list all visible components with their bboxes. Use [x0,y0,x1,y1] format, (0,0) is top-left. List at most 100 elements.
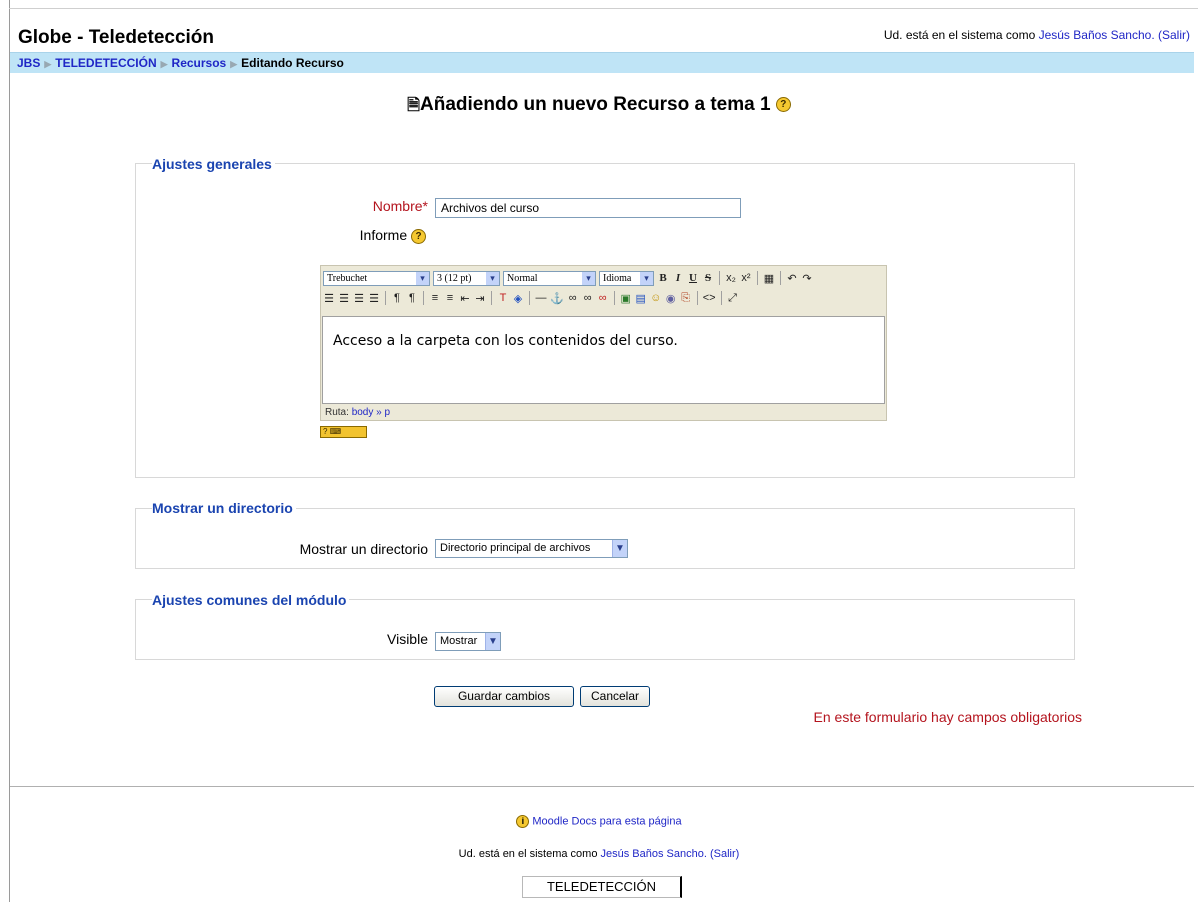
directory-select-value: Directorio principal de archivos [440,542,591,554]
path-label: Ruta: [325,407,349,418]
visible-label: Visible [387,631,428,647]
cancel-button[interactable]: Cancelar [580,686,650,707]
footer-login-prefix: Ud. está en el sistema como [458,848,601,860]
required-mark: * [422,198,428,214]
path-value[interactable]: body » p [352,407,390,418]
help-icon[interactable]: ? [411,228,426,244]
align-center-icon[interactable]: ☰ [338,292,350,305]
site-title: Globe - Teledetección [18,27,215,48]
editor-toolbar-row-2: ☰ ☰ ☰ ☰ ¶ ¶ ≡ ≡ ⇤ ⇥ T ◈ — ⚓ ∞ ∞ ∞ ▣ ▤ ☺ … [323,289,739,307]
undo-icon[interactable]: ↶ [786,272,798,285]
underline-icon[interactable]: U [687,272,699,284]
footer-user-link[interactable]: Jesús Baños Sancho. [601,848,707,860]
docs-link-row: i Moodle Docs para esta página [0,815,1198,828]
nolink-icon[interactable]: ∞ [597,292,609,304]
resource-icon: 🗎 [407,97,421,114]
name-input[interactable] [435,198,741,218]
toolbar-separator [719,271,720,285]
breadcrumb-item-jbs[interactable]: JBS [17,56,40,70]
smiley-icon[interactable]: ☺ [650,292,662,304]
breadcrumb-separator-icon: ▶ [44,59,52,69]
fullscreen-icon[interactable]: ⤢ [727,292,739,305]
text-color-icon[interactable]: T [497,292,509,304]
breadcrumb-separator-icon: ▶ [230,59,238,69]
breadcrumb-item-resources[interactable]: Recursos [172,56,227,70]
moodle-docs-link[interactable]: Moodle Docs para esta página [532,815,681,827]
toolbar-separator [696,291,698,305]
html-editor: Trebuchet 3 (12 pt) Normal Idioma B I U … [320,265,887,421]
breadcrumb-separator-icon: ▶ [160,59,168,69]
summary-label: Informe ? [330,227,426,244]
save-button[interactable]: Guardar cambios [434,686,574,707]
unlink-icon[interactable]: ∞ [582,292,594,304]
align-right-icon[interactable]: ☰ [353,292,365,305]
insert-table-icon[interactable]: ▤ [635,292,647,305]
general-settings-legend[interactable]: Ajustes generales [152,156,275,172]
editor-content[interactable]: Acceso a la carpeta con los contenidos d… [322,316,885,404]
common-settings-fieldset [135,599,1075,660]
login-info: Ud. está en el sistema como Jesús Baños … [884,28,1190,42]
page-border-top [9,8,1198,9]
toolbar-separator [780,271,781,285]
toolbar-separator [491,291,492,305]
toolbar-separator [529,291,530,305]
name-label: Nombre* [340,198,428,214]
justify-icon[interactable]: ☰ [368,292,380,305]
horizontal-rule-icon[interactable]: — [535,292,547,304]
visible-select-value: Mostrar [440,635,478,647]
language-select[interactable]: Idioma [599,270,654,286]
course-home-link[interactable]: TELEDETECCIÓN [522,876,682,898]
insert-image-icon[interactable]: ▣ [620,292,632,305]
login-prefix: Ud. está en el sistema como [883,28,1039,42]
subscript-icon[interactable]: x₂ [725,272,737,284]
size-select[interactable]: 3 (12 pt) [433,270,500,286]
common-settings-legend[interactable]: Ajustes comunes del módulo [152,592,350,608]
align-left-icon[interactable]: ☰ [323,292,335,305]
toolbar-separator [613,291,615,305]
info-icon: i [516,815,530,828]
visible-select[interactable]: Mostrar ▼ [435,632,501,651]
outdent-icon[interactable]: ⇤ [459,292,471,305]
keyboard-help-icon[interactable]: ? ⌨ [320,426,367,438]
help-icon[interactable]: ? [775,97,791,113]
rtl-icon[interactable]: ¶ [406,292,418,304]
user-link[interactable]: Jesús Baños Sancho. [1039,28,1155,42]
breadcrumb-item-course[interactable]: TELEDETECCIÓN [55,56,156,70]
superscript-icon[interactable]: x² [740,272,752,284]
unordered-list-icon[interactable]: ≡ [444,292,456,304]
editor-statusbar: Ruta: body » p [325,407,390,418]
footer-logout-link[interactable]: (Salir) [710,848,739,860]
special-char-icon[interactable]: ◉ [665,292,677,305]
directory-label: Mostrar un directorio [299,541,428,557]
search-replace-icon[interactable]: ⎘ [680,292,692,305]
clean-word-icon[interactable]: ▦ [763,272,775,285]
chevron-down-icon: ▼ [612,540,627,557]
directory-legend[interactable]: Mostrar un directorio [152,500,296,516]
anchor-icon[interactable]: ⚓ [550,292,564,305]
toolbar-separator [757,271,758,285]
font-select[interactable]: Trebuchet [323,270,430,286]
directory-select[interactable]: Directorio principal de archivos ▼ [435,539,628,558]
redo-icon[interactable]: ↷ [801,272,813,285]
background-color-icon[interactable]: ◈ [512,292,524,305]
page-heading: 🗎Añadiendo un nuevo Recurso a tema 1 ? [0,94,1198,121]
breadcrumb-current: Editando Recurso [241,56,344,70]
link-icon[interactable]: ∞ [567,292,579,304]
editor-toolbar-row-1: Trebuchet 3 (12 pt) Normal Idioma B I U … [323,269,813,287]
format-select[interactable]: Normal [503,270,596,286]
footer-divider [10,786,1194,787]
logout-link[interactable]: (Salir) [1158,28,1190,42]
page-title: Añadiendo un nuevo Recurso a tema 1 [420,94,771,115]
toolbar-separator [720,291,722,305]
toolbar-separator [423,291,424,305]
bold-icon[interactable]: B [657,272,669,284]
italic-icon[interactable]: I [672,272,684,284]
footer-login-info: Ud. está en el sistema como Jesús Baños … [0,848,1198,860]
ordered-list-icon[interactable]: ≡ [429,292,441,304]
ltr-icon[interactable]: ¶ [391,292,403,304]
indent-icon[interactable]: ⇥ [474,292,486,305]
summary-label-text: Informe [359,227,408,243]
html-source-icon[interactable]: <> [703,292,716,304]
strikethrough-icon[interactable]: S [702,272,714,284]
page-border-left [9,0,10,902]
